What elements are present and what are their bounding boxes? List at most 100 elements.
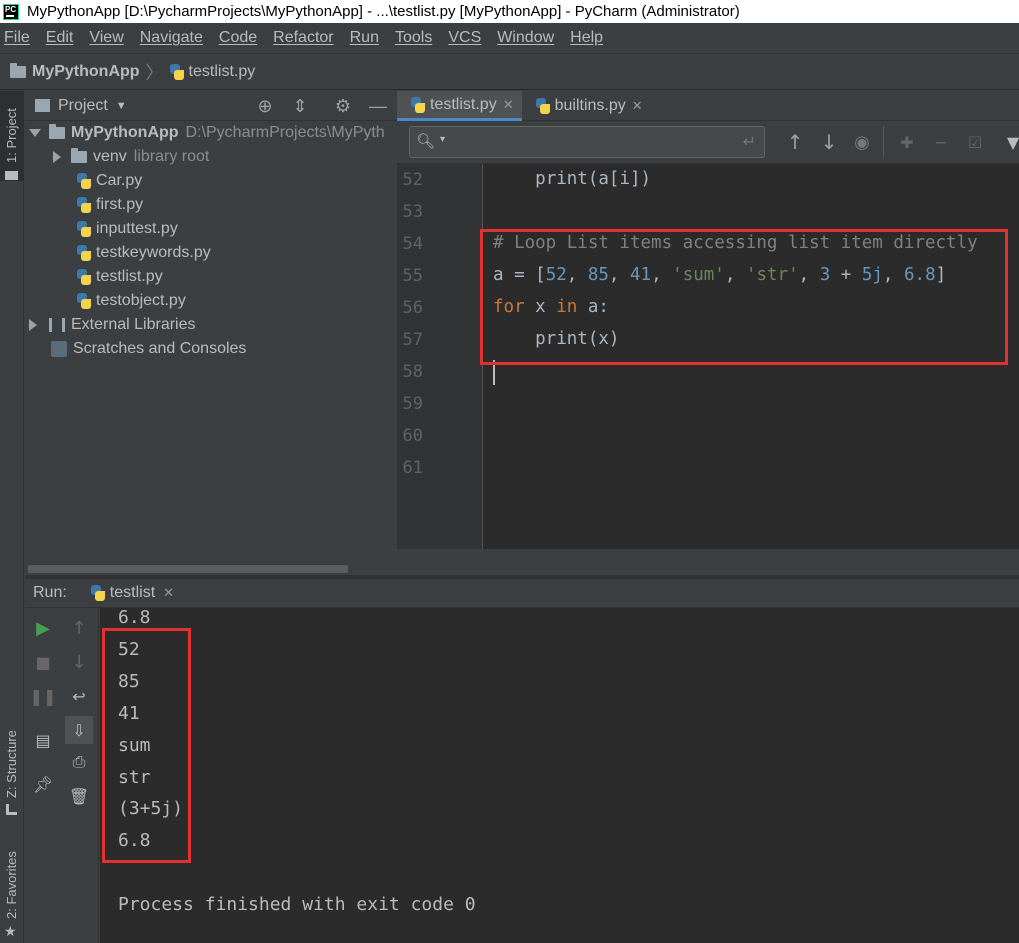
menu-vcs[interactable]: VCS bbox=[448, 29, 481, 47]
menu-view[interactable]: View bbox=[89, 29, 123, 47]
python-file-icon bbox=[77, 245, 91, 261]
scroll-to-end-icon[interactable]: ⇩ bbox=[65, 716, 93, 744]
select-all-occurrences-icon[interactable]: ☑ bbox=[965, 132, 985, 152]
layout-icon[interactable]: ▤ bbox=[33, 730, 53, 750]
find-all-occurrences-icon[interactable]: ◉ bbox=[852, 132, 872, 153]
trash-icon[interactable]: 🗑︎ bbox=[69, 786, 89, 806]
toolbar-divider bbox=[883, 126, 884, 158]
tree-item-label: External Libraries bbox=[71, 316, 196, 333]
stop-icon[interactable]: ■ bbox=[33, 652, 53, 672]
tree-item-label: venv bbox=[93, 148, 127, 165]
output-highlight-box bbox=[102, 628, 191, 863]
tree-item-note: library root bbox=[133, 148, 210, 165]
menu-refactor[interactable]: Refactor bbox=[273, 29, 333, 47]
locate-icon[interactable]: ⊕ bbox=[255, 96, 275, 116]
python-file-icon bbox=[77, 221, 91, 237]
pin-icon[interactable]: 📌︎ bbox=[33, 774, 53, 794]
chevron-right-icon[interactable] bbox=[29, 319, 37, 331]
menu-help[interactable]: Help bbox=[570, 29, 603, 47]
tab-label: builtins.py bbox=[554, 97, 626, 114]
tab-structure-label: Z: Structure bbox=[4, 730, 19, 798]
line-number: 55 bbox=[402, 266, 423, 286]
tree-item-venv[interactable]: venv library root bbox=[53, 145, 209, 169]
run-tab-label[interactable]: testlist bbox=[110, 584, 155, 602]
tree-item-label: testkeywords.py bbox=[96, 244, 211, 261]
tree-item-file[interactable]: inputtest.py bbox=[77, 217, 178, 241]
chevron-right-icon[interactable] bbox=[53, 151, 61, 163]
breadcrumb: MyPythonApp 〉 testlist.py bbox=[0, 54, 1019, 90]
rerun-icon[interactable]: ▶ bbox=[33, 618, 53, 639]
window-title: MyPythonApp [D:\PycharmProjects\MyPython… bbox=[27, 3, 740, 20]
tree-item-file[interactable]: testobject.py bbox=[77, 289, 186, 313]
tab-favorites[interactable]: 2: Favorites ★ bbox=[0, 841, 24, 941]
search-icon: 🔍︎ bbox=[416, 132, 436, 150]
tree-root-label: MyPythonApp bbox=[71, 124, 179, 141]
arrow-up-icon[interactable]: ↑ bbox=[69, 618, 89, 639]
search-input[interactable]: 🔍︎ ▾ ↵ bbox=[409, 126, 765, 158]
print-icon[interactable]: ⎙ bbox=[69, 752, 89, 772]
console-output[interactable] bbox=[100, 608, 1019, 943]
pause-icon[interactable]: ❚❚ bbox=[30, 686, 57, 706]
tree-item-file[interactable]: testkeywords.py bbox=[77, 241, 211, 265]
arrow-down-icon[interactable]: ↓ bbox=[819, 130, 839, 154]
tree-item-label: testobject.py bbox=[96, 292, 186, 309]
project-view-icon bbox=[35, 99, 50, 112]
tree-item-external-libraries[interactable]: External Libraries bbox=[29, 313, 196, 337]
project-tree: MyPythonApp D:\PycharmProjects\MyPyth ve… bbox=[25, 121, 397, 571]
line-number: 57 bbox=[402, 330, 423, 350]
menu-navigate[interactable]: Navigate bbox=[140, 29, 203, 47]
menu-edit[interactable]: Edit bbox=[46, 29, 74, 47]
python-file-icon bbox=[535, 98, 550, 114]
run-toolbar: ▶ ■ ❚❚ ▤ 📌︎ bbox=[25, 608, 61, 943]
scrollbar-thumb[interactable] bbox=[28, 565, 348, 573]
menu-run[interactable]: Run bbox=[350, 29, 379, 47]
tab-label: testlist.py bbox=[430, 95, 497, 113]
tree-item-file[interactable]: Car.py bbox=[77, 169, 142, 193]
pycharm-logo-icon: PC bbox=[3, 3, 19, 20]
close-icon[interactable]: ✕ bbox=[163, 585, 174, 601]
breadcrumb-file[interactable]: testlist.py bbox=[189, 63, 256, 81]
line-number: 58 bbox=[402, 362, 423, 382]
close-icon[interactable]: ✕ bbox=[632, 98, 643, 114]
tree-root-path: D:\PycharmProjects\MyPyth bbox=[185, 124, 385, 141]
menu-file[interactable]: File bbox=[4, 29, 30, 47]
menu-tools[interactable]: Tools bbox=[395, 29, 432, 47]
tree-item-scratches[interactable]: Scratches and Consoles bbox=[51, 337, 246, 361]
tree-item-label: Scratches and Consoles bbox=[73, 340, 247, 357]
add-occurrence-icon[interactable]: ✚ bbox=[897, 132, 917, 152]
python-file-icon bbox=[77, 269, 91, 285]
close-icon[interactable]: ✕ bbox=[503, 97, 514, 113]
tree-item-file[interactable]: testlist.py bbox=[77, 265, 163, 289]
collapse-all-icon[interactable]: ⇕ bbox=[290, 96, 310, 116]
tab-project[interactable]: 1: Project bbox=[0, 91, 24, 181]
tree-item-file[interactable]: first.py bbox=[77, 193, 143, 217]
chevron-down-icon[interactable]: ▼ bbox=[116, 100, 127, 112]
arrow-down-icon[interactable]: ↓ bbox=[69, 652, 89, 673]
chevron-down-icon[interactable] bbox=[29, 129, 41, 137]
project-panel-title[interactable]: Project bbox=[58, 97, 108, 115]
soft-wrap-icon[interactable]: ↩ bbox=[69, 686, 89, 706]
remove-occurrence-icon[interactable]: − bbox=[931, 132, 951, 152]
menu-code[interactable]: Code bbox=[219, 29, 257, 47]
tree-item-label: inputtest.py bbox=[96, 220, 178, 237]
chevron-down-icon[interactable]: ▾ bbox=[440, 134, 445, 145]
folder-icon bbox=[5, 171, 18, 180]
tab-testlist[interactable]: testlist.py ✕ bbox=[397, 91, 522, 121]
line-number: 53 bbox=[402, 202, 423, 222]
breadcrumb-project[interactable]: MyPythonApp bbox=[32, 63, 140, 81]
tree-root[interactable]: MyPythonApp D:\PycharmProjects\MyPyth bbox=[29, 121, 385, 145]
title-bar: PC MyPythonApp [D:\PycharmProjects\MyPyt… bbox=[0, 0, 1019, 23]
minimize-icon[interactable]: — bbox=[368, 96, 388, 116]
python-file-icon bbox=[411, 96, 425, 113]
tab-builtins[interactable]: builtins.py ✕ bbox=[522, 91, 651, 121]
arrow-up-icon[interactable]: ↑ bbox=[785, 130, 805, 154]
tree-item-label: Car.py bbox=[96, 172, 143, 189]
project-panel-header: Project ▼ ⊕ ⇕ ⚙ — bbox=[25, 91, 397, 121]
filter-icon[interactable]: ▼ bbox=[1003, 132, 1019, 152]
gear-icon[interactable]: ⚙ bbox=[333, 96, 353, 116]
menu-window[interactable]: Window bbox=[497, 29, 554, 47]
line-number: 59 bbox=[402, 394, 423, 414]
run-label: Run: bbox=[33, 584, 67, 601]
tab-structure[interactable]: Z: Structure bbox=[0, 716, 24, 826]
tab-project-label: 1: Project bbox=[4, 108, 19, 163]
